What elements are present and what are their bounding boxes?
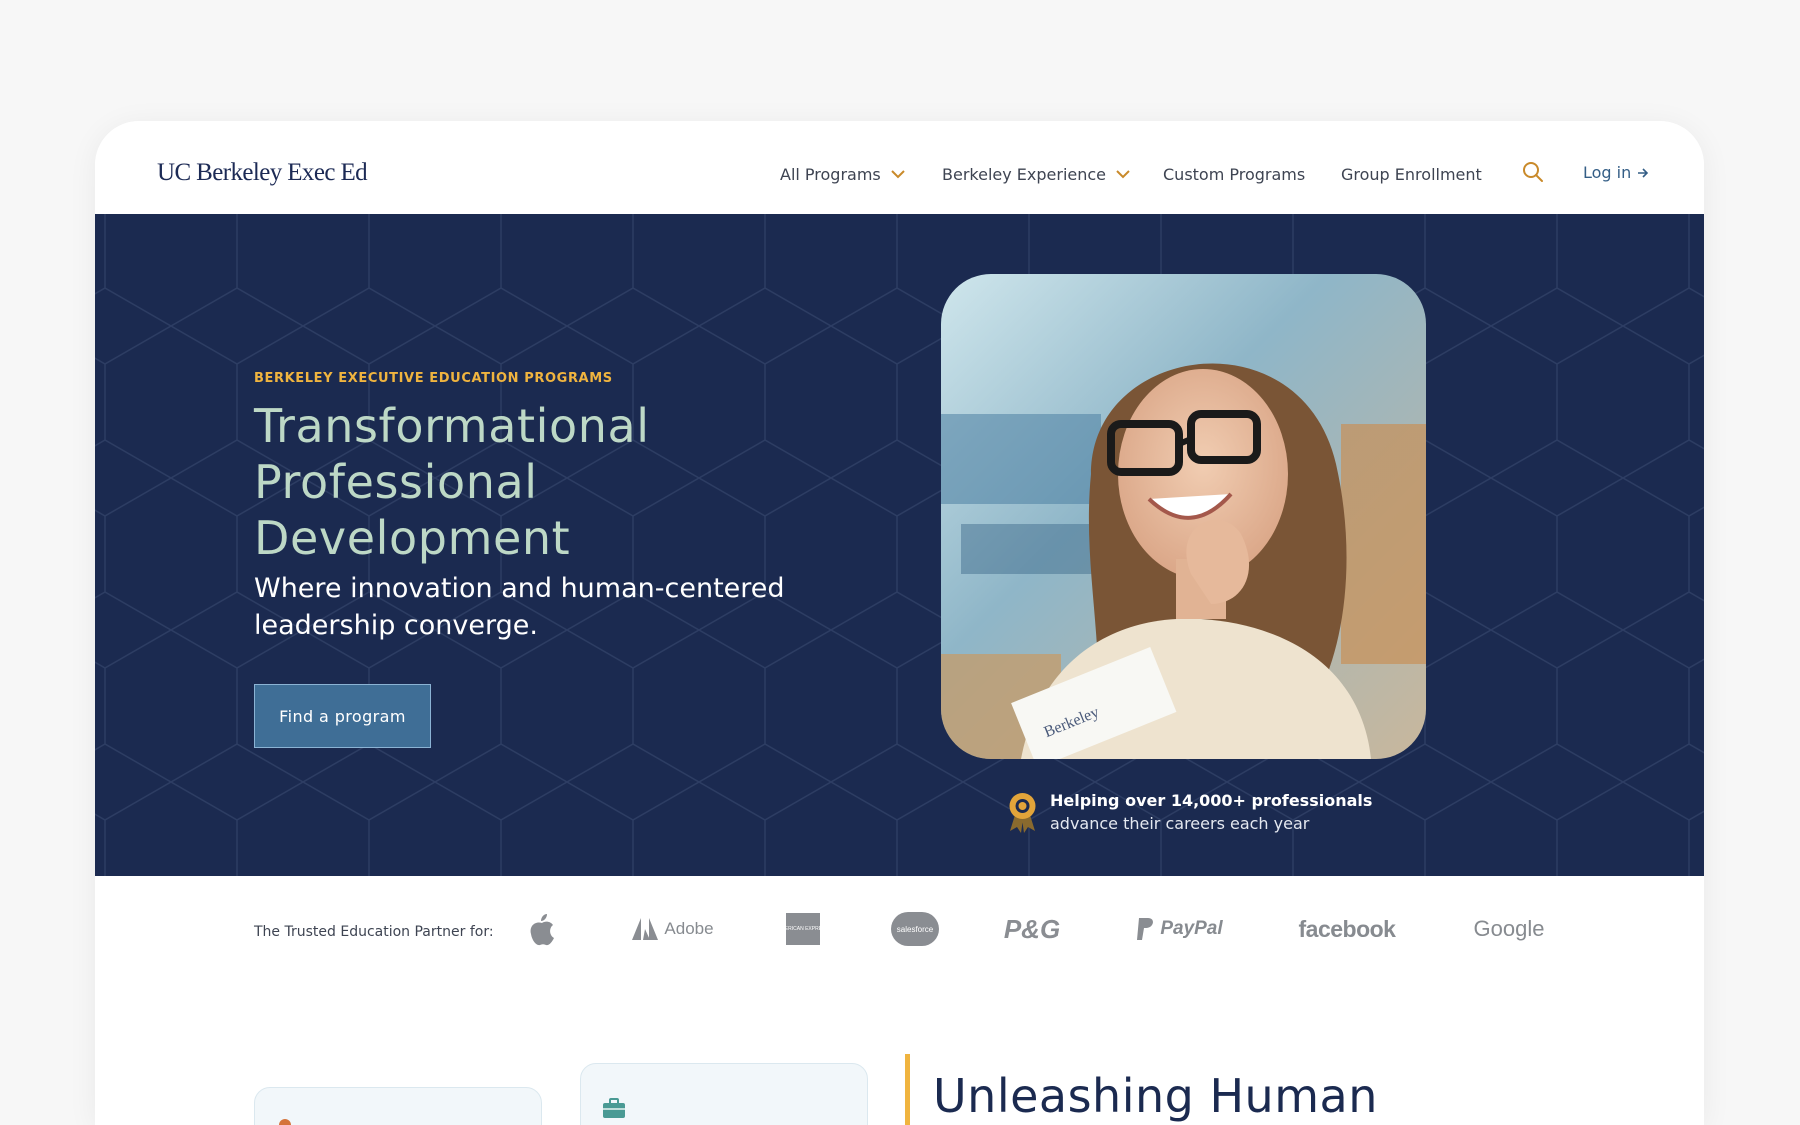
- hero-eyebrow: BERKELEY EXECUTIVE EDUCATION PROGRAMS: [254, 371, 613, 386]
- find-program-button[interactable]: Find a program: [254, 684, 431, 748]
- page-card: UC Berkeley Exec Ed All Programs Berkele…: [95, 121, 1704, 1125]
- site-header: UC Berkeley Exec Ed All Programs Berkele…: [95, 121, 1704, 214]
- adobe-logo: Adobe: [629, 911, 717, 947]
- login-label: Log in: [1583, 163, 1632, 182]
- person-icon: [279, 1119, 291, 1125]
- search-icon[interactable]: [1522, 161, 1544, 183]
- briefcase-icon: [603, 1098, 625, 1118]
- award-medal-icon: [1009, 793, 1036, 833]
- nav-label: All Programs: [780, 165, 881, 184]
- hero-photo: Berkeley: [941, 274, 1426, 759]
- chevron-down-icon: [1116, 170, 1130, 179]
- stat-badge: Helping over 14,000+ professionals advan…: [1007, 791, 1372, 833]
- paypal-logo: PayPal: [1132, 911, 1227, 947]
- stat-headline: Helping over 14,000+ professionals: [1050, 791, 1373, 810]
- apple-logo: [527, 911, 557, 947]
- feature-card[interactable]: [580, 1063, 868, 1125]
- arrow-right-icon: [1638, 167, 1649, 178]
- section-title: Unleashing Human: [933, 1069, 1378, 1123]
- hero-subtitle: Where innovation and human-centered lead…: [254, 573, 785, 641]
- salesforce-logo: salesforce: [890, 911, 940, 947]
- google-logo: Google: [1473, 916, 1545, 941]
- section-accent-bar: [905, 1054, 910, 1125]
- pg-logo: P&G: [1003, 913, 1061, 944]
- nav-all-programs[interactable]: All Programs: [780, 165, 905, 184]
- facebook-logo: facebook: [1298, 915, 1396, 942]
- american-express-logo: AMERICAN EXPRESS: [777, 911, 829, 947]
- feature-card[interactable]: [254, 1087, 542, 1125]
- nav-label: Berkeley Experience: [942, 165, 1107, 184]
- stat-description: advance their careers each year: [1050, 814, 1310, 833]
- login-link[interactable]: Log in: [1583, 163, 1649, 182]
- partners-label: The Trusted Education Partner for:: [254, 924, 494, 940]
- nav-group-enrollment[interactable]: Group Enrollment: [1341, 165, 1482, 184]
- main-nav: All Programs Berkeley Experience Custom …: [95, 121, 1704, 214]
- hero-section: BERKELEY EXECUTIVE EDUCATION PROGRAMS Tr…: [95, 214, 1704, 876]
- hero-title: Transformational Professional Developmen…: [254, 399, 650, 565]
- nav-custom-programs[interactable]: Custom Programs: [1163, 165, 1305, 184]
- nav-label: Group Enrollment: [1341, 165, 1482, 184]
- chevron-down-icon: [891, 170, 905, 179]
- nav-berkeley-experience[interactable]: Berkeley Experience: [942, 165, 1130, 184]
- nav-label: Custom Programs: [1163, 165, 1306, 184]
